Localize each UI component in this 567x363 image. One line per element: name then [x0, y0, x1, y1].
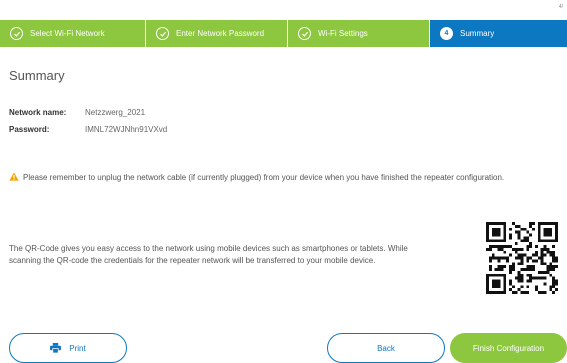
warning-icon — [9, 172, 19, 184]
check-circle-icon — [10, 27, 23, 40]
print-label: Print — [69, 343, 86, 353]
page-indicator: 4/ — [558, 4, 563, 10]
print-button[interactable]: Print — [9, 333, 127, 363]
network-name-value: Netzzwerg_2021 — [85, 108, 146, 117]
notice-text: Please remember to unplug the network ca… — [23, 173, 505, 182]
step-select-wifi-network: Select Wi-Fi Network — [0, 20, 145, 47]
step-label: Wi-Fi Settings — [318, 29, 368, 38]
printer-icon — [50, 343, 62, 353]
step-label: Enter Network Password — [176, 29, 265, 38]
step-label: Select Wi-Fi Network — [30, 29, 105, 38]
page-title: Summary — [9, 68, 65, 83]
network-name-label: Network name: — [9, 108, 67, 117]
step-label: Summary — [460, 29, 495, 38]
unplug-notice: Please remember to unplug the network ca… — [9, 172, 559, 184]
step-wifi-settings: Wi-Fi Settings — [288, 20, 429, 47]
finish-label: Finish Configuration — [472, 343, 545, 353]
back-button[interactable]: Back — [327, 333, 445, 363]
step-summary: 4 Summary — [430, 20, 567, 47]
qr-code-image — [486, 222, 558, 294]
wizard-steps: Select Wi-Fi Network Enter Network Passw… — [0, 20, 567, 47]
finish-configuration-button[interactable]: Finish Configuration — [450, 333, 567, 363]
qr-description: The QR-Code gives you easy access to the… — [9, 244, 408, 265]
back-label: Back — [377, 343, 395, 353]
password-label: Password: — [9, 125, 50, 134]
check-circle-icon — [156, 27, 169, 40]
check-circle-icon — [298, 27, 311, 40]
step-enter-network-password: Enter Network Password — [146, 20, 287, 47]
step-number-badge: 4 — [440, 27, 453, 40]
password-value: IMNL72WJNhn91VXvd — [85, 125, 168, 134]
